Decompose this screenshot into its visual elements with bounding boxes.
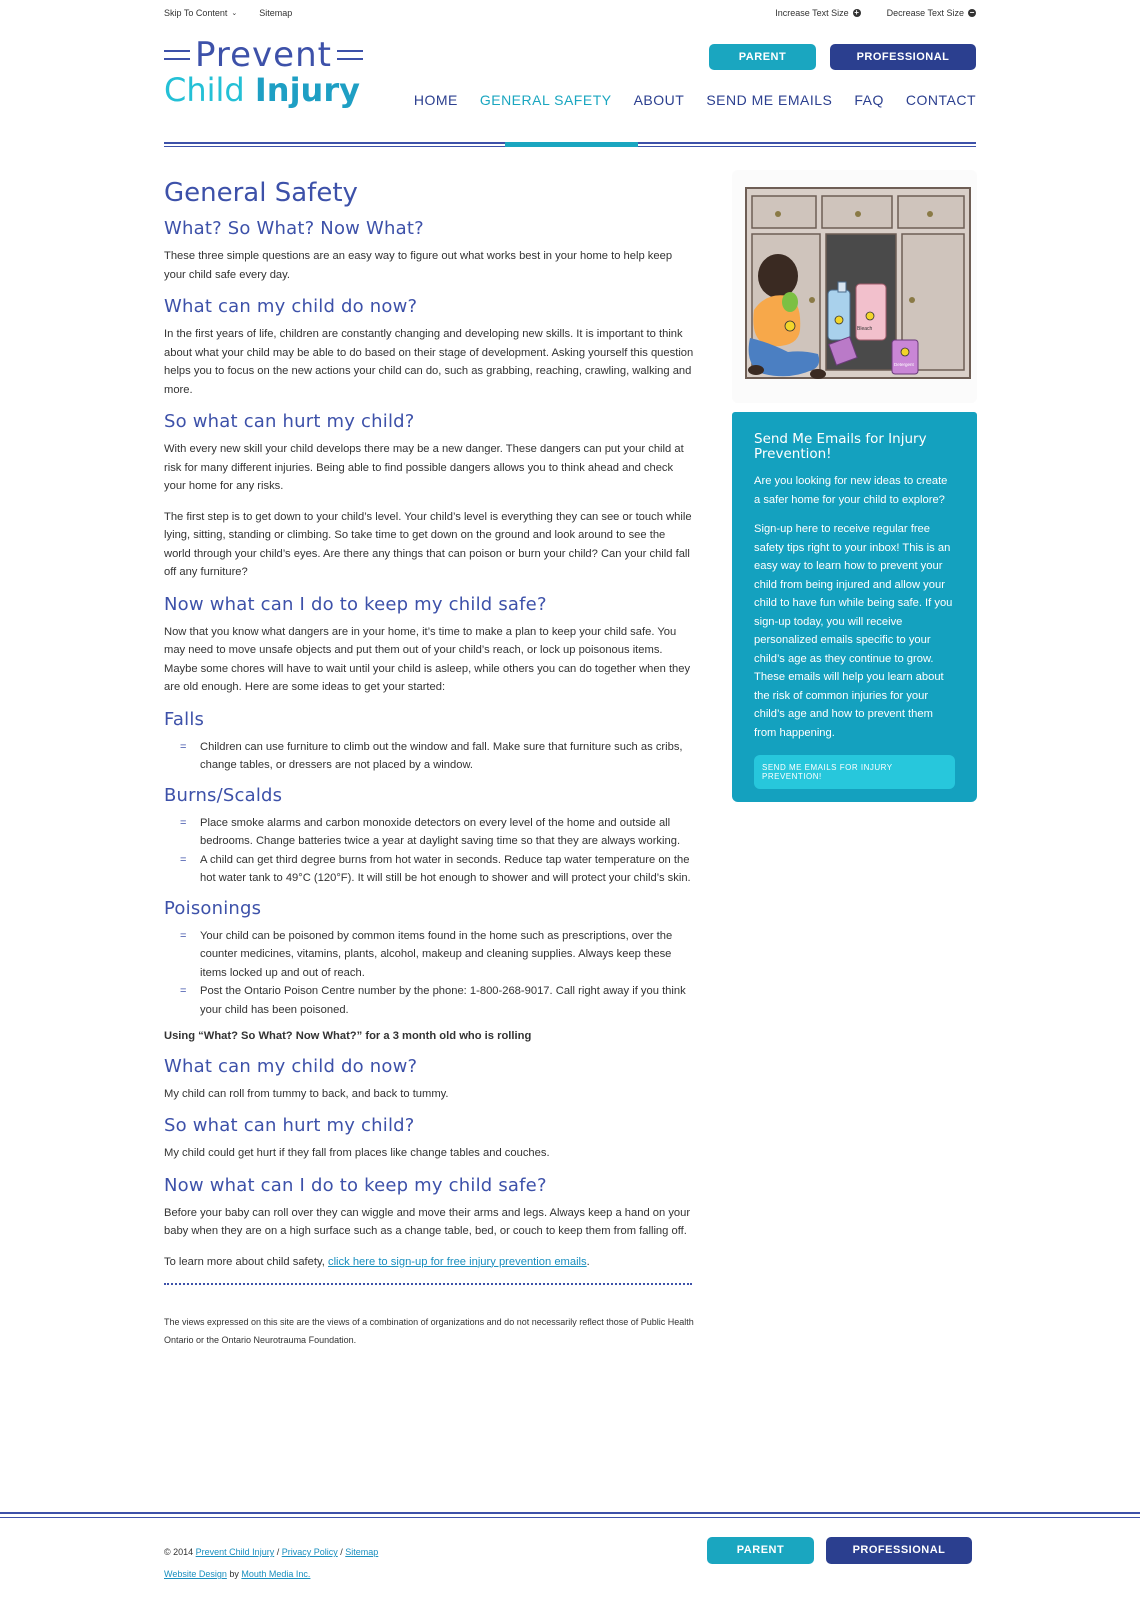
page-title: General Safety: [164, 178, 358, 208]
illustration-label-detergent: Detergent: [894, 362, 915, 367]
section-heading-what: What can my child do now?: [164, 296, 418, 317]
header-login-group: PARENT LOGIN PROFESSIONAL LOGIN: [709, 44, 976, 89]
nav-send-me-emails[interactable]: SEND ME EMAILS: [706, 92, 832, 108]
callout-title: Send Me Emails for Injury Prevention!: [754, 431, 927, 462]
list-item-text: A child can get third degree burns from …: [200, 853, 691, 885]
footer-by-text: by: [226, 1569, 242, 1579]
nav-active-indicator: [505, 142, 638, 147]
list-item-text: Children can use furniture to climb out …: [200, 740, 683, 772]
so-what-paragraph-2: The first step is to get down to your ch…: [164, 510, 692, 579]
sitemap-label: Sitemap: [259, 8, 293, 18]
footer-credits: © 2014 Prevent Child Injury / Privacy Po…: [164, 1541, 378, 1585]
section-heading-now-what: Now what can I do to keep my child safe?: [164, 593, 547, 615]
nav-faq[interactable]: FAQ: [854, 92, 884, 108]
nav-general-safety[interactable]: GENERAL SAFETY: [480, 92, 612, 108]
illustration-label-bleach: Bleach: [857, 326, 873, 332]
learn-more-paragraph: To learn more about child safety, click …: [164, 1253, 694, 1272]
illustration-svg: Bleach Detergent: [732, 170, 977, 403]
list-item-text: Place smoke alarms and carbon monoxide d…: [200, 816, 681, 848]
section-heading-now-what-2: Now what can I do to keep my child safe?: [164, 1174, 547, 1196]
main-content: General Safety What? So What? Now What? …: [164, 178, 694, 1361]
section-heading-so-what-2: So what can hurt my child?: [164, 1115, 415, 1136]
footer-design-line: Website Design by Mouth Media Inc.: [164, 1563, 378, 1585]
decrease-text-size-label: Decrease Text Size: [886, 8, 964, 18]
falls-list: = Children can use furniture to climb out…: [164, 738, 694, 775]
logo-word-injury: Injury: [254, 71, 360, 109]
so-what-paragraph-1: With every new skill your child develops…: [164, 443, 684, 492]
footer-parent-login-button[interactable]: PARENT LOGIN: [707, 1537, 814, 1583]
increase-text-size-label: Increase Text Size: [775, 8, 849, 18]
parent-login-button[interactable]: PARENT LOGIN: [709, 44, 816, 89]
agency-link[interactable]: Mouth Media Inc.: [241, 1569, 310, 1579]
burns-list: = Place smoke alarms and carbon monoxide …: [164, 814, 694, 888]
logo-word-child: Child: [164, 71, 245, 109]
list-item-text: Post the Ontario Poison Centre number by…: [200, 985, 686, 1016]
section-heading-burns: Burns/Scalds: [164, 784, 283, 806]
section-heading-intro: What? So What? Now What?: [164, 218, 424, 239]
email-signup-callout: Send Me Emails for Injury Prevention! Ar…: [732, 412, 977, 802]
copyright-text: © 2014: [164, 1547, 196, 1557]
site-logo[interactable]: Prevent Child Injury: [164, 36, 364, 118]
bullet-icon: =: [180, 929, 187, 942]
callout-paragraph-2: Sign-up here to receive regular free saf…: [754, 523, 953, 739]
decrease-text-size-button[interactable]: Decrease Text Size −: [887, 8, 976, 18]
skip-to-content-link[interactable]: Skip To Content ⌄: [164, 8, 237, 18]
what-2-paragraph: My child can roll from tummy to back, an…: [164, 1087, 449, 1100]
logo-left-bar: [164, 50, 190, 60]
child-safety-illustration: Bleach Detergent: [732, 170, 977, 403]
skip-to-content-label: Skip To Content: [164, 8, 228, 18]
nav-about[interactable]: ABOUT: [634, 92, 685, 108]
bullet-icon: =: [180, 740, 187, 753]
list-item-text: Your child can be poisoned by common ite…: [200, 929, 673, 979]
now-what-paragraph: Now that you know what dangers are in yo…: [164, 625, 691, 694]
main-nav: HOME GENERAL SAFETY ABOUT SEND ME EMAILS…: [414, 92, 976, 108]
learn-more-prefix: To learn more about child safety,: [164, 1255, 328, 1268]
increase-text-size-button[interactable]: Increase Text Size +: [775, 8, 861, 18]
poisonings-list: = Your child can be poisoned by common it…: [164, 927, 694, 1020]
footer-home-link[interactable]: Prevent Child Injury: [196, 1547, 275, 1557]
footer-professional-login-button[interactable]: PROFESSIONAL LOGIN: [826, 1537, 972, 1583]
footer-copyright-line: © 2014 Prevent Child Injury / Privacy Po…: [164, 1541, 378, 1563]
callout-paragraph-1: Are you looking for new ideas to create …: [754, 475, 948, 506]
minus-circle-icon: −: [968, 8, 976, 17]
sitemap-link[interactable]: Sitemap: [259, 8, 292, 18]
footer-sitemap-link[interactable]: Sitemap: [345, 1547, 378, 1557]
footer-divider-thin: [0, 1517, 1140, 1518]
plus-circle-icon: +: [852, 8, 861, 17]
footer-separator: /: [274, 1547, 282, 1557]
now-what-2-paragraph: Before your baby can roll over they can …: [164, 1206, 691, 1238]
website-design-link[interactable]: Website Design: [164, 1569, 227, 1579]
so-what-2-paragraph: My child could get hurt if they fall fro…: [164, 1147, 550, 1159]
list-item: = Your child can be poisoned by common it…: [164, 927, 694, 983]
professional-login-button[interactable]: PROFESSIONAL LOGIN: [830, 44, 976, 89]
footer-divider: [0, 1512, 1140, 1514]
list-item: = A child can get third degree burns from…: [164, 851, 694, 888]
learn-more-suffix: .: [586, 1255, 590, 1268]
list-item: = Post the Ontario Poison Centre number b…: [164, 982, 694, 1019]
list-item: = Children can use furniture to climb out…: [164, 738, 694, 775]
list-item: = Place smoke alarms and carbon monoxide …: [164, 814, 694, 851]
send-emails-button[interactable]: SEND ME EMAILS FOR INJURY PREVENTION!: [754, 755, 955, 789]
logo-word-prevent: Prevent: [195, 35, 332, 75]
intro-paragraph: These three simple questions are an easy…: [164, 250, 673, 281]
footer-login-group: PARENT LOGIN PROFESSIONAL LOGIN: [707, 1537, 972, 1583]
disclaimer-text: The views expressed on this site are the…: [164, 1317, 694, 1345]
nav-home[interactable]: HOME: [414, 92, 458, 108]
chevron-down-icon: ⌄: [231, 10, 238, 17]
logo-right-bar: [336, 50, 363, 60]
signup-link[interactable]: click here to sign-up for free injury pr…: [328, 1256, 587, 1268]
bullet-icon: =: [180, 985, 187, 997]
content-divider: [164, 1283, 692, 1285]
utility-bar: Skip To Content ⌄ Sitemap Increase Text …: [164, 8, 976, 24]
section-heading-what-2: What can my child do now?: [164, 1055, 418, 1077]
section-heading-so-what: So what can hurt my child?: [164, 411, 415, 432]
section-heading-poisonings: Poisonings: [164, 897, 262, 919]
what-paragraph: In the first years of life, children are…: [164, 328, 694, 396]
nav-contact[interactable]: CONTACT: [906, 92, 976, 108]
bullet-icon: =: [180, 816, 187, 829]
footer-privacy-link[interactable]: Privacy Policy: [282, 1547, 338, 1557]
example-heading: Using “What? So What? Now What?” for a 3…: [164, 1030, 532, 1042]
bullet-icon: =: [180, 853, 187, 866]
section-heading-falls: Falls: [164, 708, 205, 730]
